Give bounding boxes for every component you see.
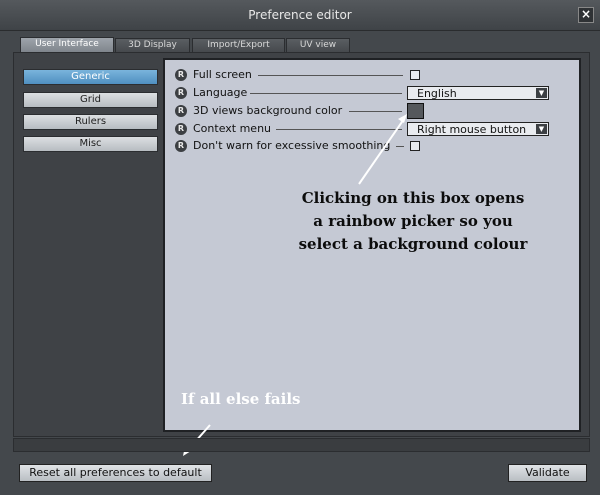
reset-all-preferences-button[interactable]: Reset all preferences to default (19, 464, 212, 482)
color-picker-annotation: Clicking on this box opens a rainbow pic… (285, 187, 541, 256)
validate-button[interactable]: Validate (508, 464, 587, 482)
annotation-arrow (358, 114, 407, 185)
reset-annotation: If all else fails (181, 390, 301, 408)
annotation-line: a rainbow picker so you (313, 212, 513, 230)
annotation-line: select a background colour (298, 235, 528, 253)
annotation-line: Clicking on this box opens (301, 189, 525, 207)
status-bar (13, 438, 590, 452)
preference-editor-window: Preference editor × User Interface 3D Di… (0, 0, 600, 495)
